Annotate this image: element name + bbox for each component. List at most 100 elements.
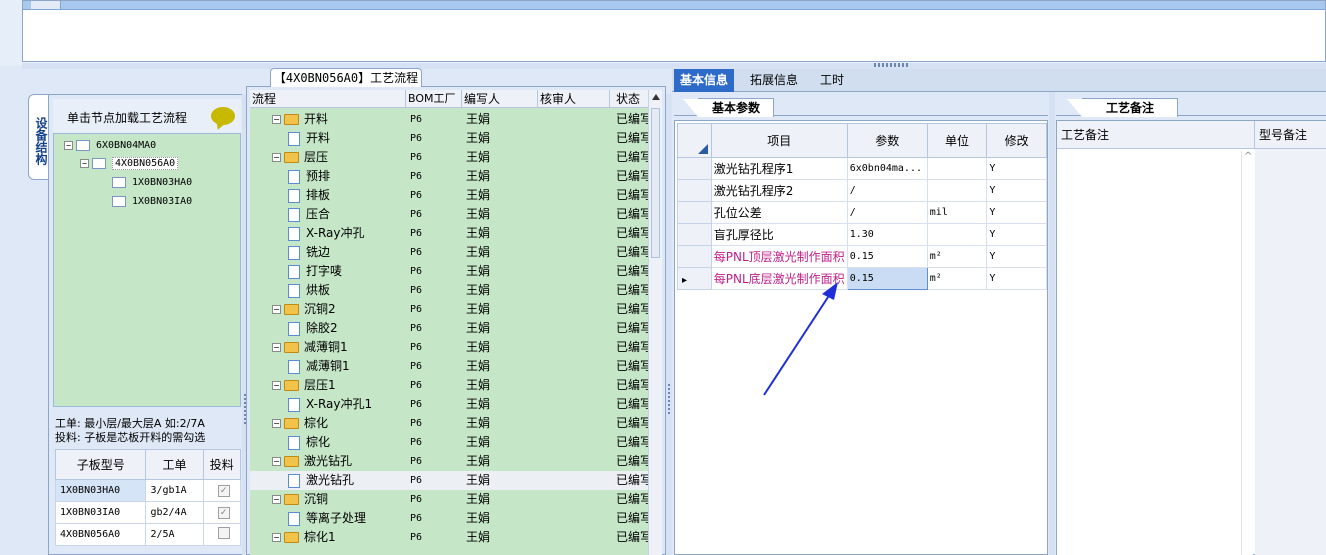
flow-row[interactable]: − 层压1 P6 王娟 已编写 [250,376,652,395]
flow-row[interactable]: 烘板 P6 王娟 已编写 [250,281,652,300]
param-row[interactable]: 盲孔厚径比 1.30 Y [677,223,1047,246]
splitter-grip-icon[interactable] [874,63,910,67]
collapse-icon[interactable]: − [272,533,281,542]
collapse-icon[interactable]: − [272,457,281,466]
param-item[interactable]: 每PNL顶层激光制作面积 [710,245,848,268]
param-unit[interactable]: mil [926,201,988,224]
param-row[interactable]: 激光钻孔程序1 6x0bn04ma... Y [677,157,1047,180]
feed-checkbox[interactable] [217,527,230,539]
tree-node[interactable]: 1X0BN03IA0 [112,194,192,210]
param-modify[interactable]: Y [986,201,1047,224]
param-value[interactable]: 6x0bn04ma... [846,157,928,180]
collapse-icon[interactable]: − [272,115,281,124]
flow-row[interactable]: 开料 P6 王娟 已编写 [250,129,652,148]
param-value[interactable]: / [846,201,928,224]
param-unit[interactable]: m² [926,245,988,268]
flow-row[interactable]: 减薄铜1 P6 王娟 已编写 [250,357,652,376]
tab-process-notes[interactable]: 工艺备注 [1067,98,1178,118]
param-row[interactable]: 每PNL底层激光制作面积0.15m²Y [677,267,1047,290]
splitter-grip-icon[interactable] [668,384,670,414]
tree-node[interactable]: 1X0BN03HA0 [112,175,192,191]
table-row[interactable]: 4X0BN056A0 2/5A [54,523,242,546]
process-flow-grid[interactable]: 流程 BOM工厂 编写人 核审人 状态 − 开料 P6 王娟 已编写 开料 P6 王娟 已编写 −… [250,90,662,555]
collapse-icon[interactable]: − [272,305,281,314]
sub-board-table[interactable]: 子板型号 工单 投料 1X0BN03HA0 3/gb1A ✓ 1X0BN03IA… [54,449,242,546]
param-item[interactable]: 激光钻孔程序2 [710,179,848,202]
row-header[interactable] [677,245,712,268]
cell-order[interactable]: 3/gb1A [145,479,204,502]
flow-row[interactable]: − 棕化1 P6 王娟 已编写 [250,528,652,547]
right-splitter[interactable] [1049,92,1055,555]
flow-row[interactable]: 打字唛 P6 王娟 已编写 [250,262,652,281]
col-header-reviewer[interactable]: 核审人 [538,90,610,108]
table-row[interactable]: 1X0BN03HA0 3/gb1A ✓ [54,479,242,502]
flow-row[interactable]: 棕化 P6 王娟 已编写 [250,433,652,452]
col-header-process-note[interactable]: 工艺备注 [1057,121,1255,149]
param-unit[interactable]: m² [926,267,988,290]
notes-scrollbar[interactable] [1241,151,1253,555]
param-value[interactable]: 0.15 [846,267,928,290]
param-unit[interactable] [926,157,988,180]
structure-tree[interactable]: −6X0BN04MA0 −4X0BN056A0 1X0BN03HA0 1X0BN… [53,133,241,407]
row-header[interactable] [677,267,712,290]
flow-row[interactable]: 排板 P6 王娟 已编写 [250,186,652,205]
flow-row[interactable]: 铣边 P6 王娟 已编写 [250,243,652,262]
param-unit[interactable] [926,223,988,246]
flow-row[interactable]: − 激光钻孔 P6 王娟 已编写 [250,452,652,471]
col-header-unit[interactable]: 单位 [926,123,988,158]
param-row[interactable]: 激光钻孔程序2/ Y [677,179,1047,202]
table-row[interactable]: 1X0BN03IA0 gb2/4A ✓ [54,501,242,524]
col-header-feed[interactable]: 投料 [202,449,242,480]
model-note-field[interactable] [1255,149,1326,555]
param-modify[interactable]: Y [986,157,1047,180]
flow-row[interactable]: − 层压 P6 王娟 已编写 [250,148,652,167]
top-record-grid[interactable] [22,0,1326,62]
col-header-item[interactable]: 项目 [710,123,848,158]
param-modify[interactable]: Y [986,179,1047,202]
flow-row[interactable]: − 开料 P6 王娟 已编写 [250,110,652,129]
cell-feed[interactable]: ✓ [202,501,242,524]
collapse-icon[interactable]: − [64,140,73,150]
flow-row[interactable]: X-Ray冲孔1 P6 王娟 已编写 [250,395,652,414]
select-all-corner[interactable] [677,123,712,158]
row-header[interactable] [677,223,712,246]
collapse-icon[interactable]: − [272,495,281,504]
col-header-writer[interactable]: 编写人 [462,90,538,108]
collapse-icon[interactable]: − [272,381,281,390]
col-header-modify[interactable]: 修改 [986,123,1047,158]
row-header[interactable] [677,201,712,224]
param-item[interactable]: 盲孔厚径比 [710,223,848,246]
param-value[interactable]: / [846,179,928,202]
cell-feed[interactable] [202,523,242,546]
tree-node-selected[interactable]: − 4X0BN056A0 [80,156,179,172]
param-item[interactable]: 每PNL底层激光制作面积 [710,267,848,290]
flow-row[interactable]: 等离子处理 P6 王娟 已编写 [250,509,652,528]
tab-extended-info[interactable]: 拓展信息 [744,69,804,92]
col-header-model-note[interactable]: 型号备注 [1255,121,1326,149]
equipment-structure-tab[interactable]: 设备结构 [28,94,50,180]
col-header-bom[interactable]: BOM工厂 [406,90,462,108]
cell-model[interactable]: 1X0BN03HA0 [54,479,147,502]
param-value[interactable]: 0.15 [846,245,928,268]
tab-basic-info[interactable]: 基本信息 [674,69,735,92]
cell-order[interactable]: gb2/4A [145,501,204,524]
flow-row[interactable]: 除胶2 P6 王娟 已编写 [250,319,652,338]
cell-feed[interactable]: ✓ [202,479,242,502]
flow-row[interactable]: − 沉铜2 P6 王娟 已编写 [250,300,652,319]
cell-order[interactable]: 2/5A [145,523,204,546]
param-value[interactable]: 1.30 [846,223,928,246]
flow-row[interactable]: − 棕化 P6 王娟 已编写 [250,414,652,433]
scroll-thumb[interactable] [651,108,660,258]
param-unit[interactable] [926,179,988,202]
flow-row[interactable]: − 沉铜 P6 王娟 已编写 [250,490,652,509]
param-row[interactable]: 每PNL顶层激光制作面积 0.15 m² Y [677,245,1047,268]
param-item[interactable]: 激光钻孔程序1 [710,157,848,180]
flow-row[interactable]: X-Ray冲孔 P6 王娟 已编写 [250,224,652,243]
param-item[interactable]: 孔位公差 [710,201,848,224]
tree-node[interactable]: − 6X0BN04MA0 [64,138,156,154]
flow-scrollbar[interactable] [648,90,662,555]
cell-model[interactable]: 1X0BN03IA0 [54,501,147,524]
collapse-icon[interactable]: − [80,158,89,168]
top-grid-selected-row[interactable] [23,1,1325,10]
tab-basic-params[interactable]: 基本参数 [683,98,774,118]
